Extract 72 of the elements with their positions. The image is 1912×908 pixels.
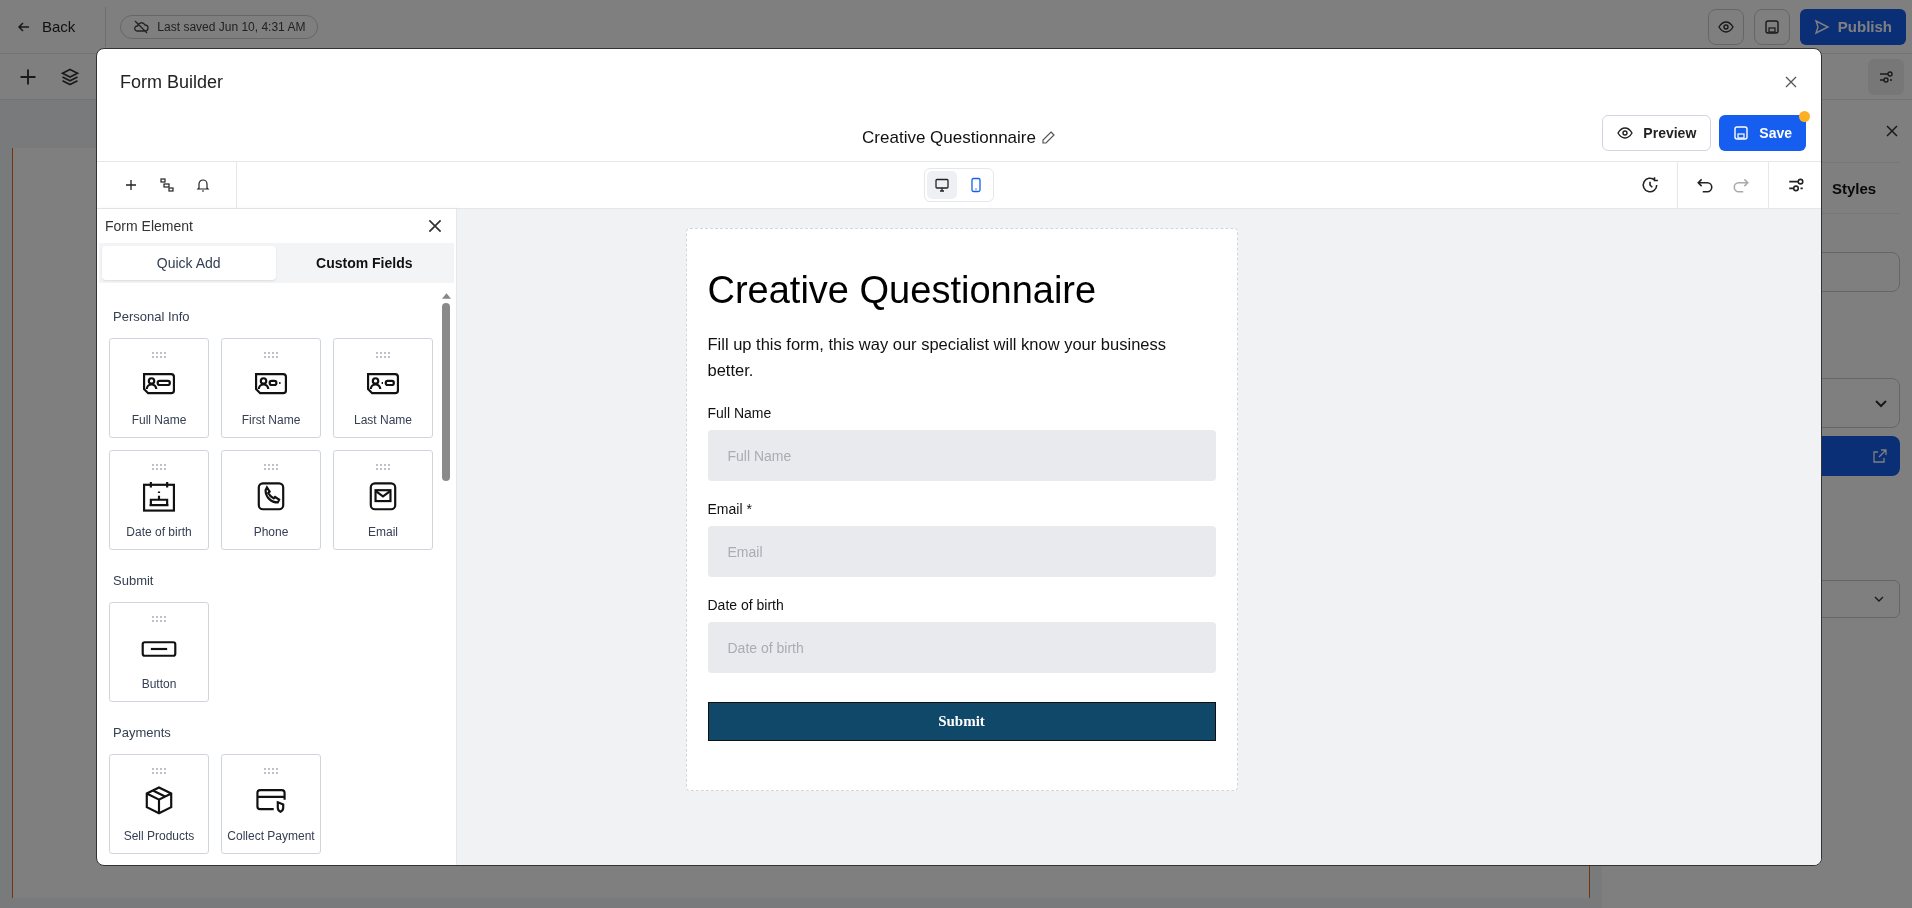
input-field[interactable]: Email [707,526,1216,577]
eye-icon [1617,125,1634,141]
settings-button[interactable] [1868,58,1904,95]
form-fields-icon[interactable] [159,177,175,193]
element-label: Date of birth [126,525,192,539]
drag-handle-icon[interactable] [151,352,167,358]
element-card[interactable]: Full Name [109,338,209,438]
submit-button[interactable]: Submit [707,702,1216,741]
section-title: Submit [113,573,155,589]
styles-tab[interactable]: Styles [1832,179,1877,197]
element-label: First Name [241,413,301,427]
field-label: Full Name [707,405,773,422]
settings-icon [1878,68,1894,85]
mobile-icon [968,177,984,193]
drag-handle-icon[interactable] [151,768,167,774]
plus-icon[interactable] [123,177,139,193]
preview-button[interactable]: Preview [1602,115,1712,151]
desktop-icon [934,177,950,193]
send-icon [1813,18,1830,35]
section-title: Payments [113,725,172,741]
form-heading: Creative Questionnaire [707,268,1098,313]
drag-handle-icon[interactable] [151,616,167,622]
element-card[interactable]: Date of birth [109,450,209,550]
element-label: Full Name [131,413,187,427]
element-card[interactable]: Button [109,602,209,702]
form-name: Creative Questionnaire [862,128,1036,148]
form-description: Fill up this form, this way our specialist will know your business better. [707,334,1167,381]
desktop-view-button[interactable] [927,171,957,199]
layers-icon[interactable] [60,66,80,87]
undo-icon[interactable] [1696,176,1714,194]
element-card[interactable]: Phone [221,450,321,550]
drag-handle-icon[interactable] [263,768,279,774]
element-label: Email [368,525,398,539]
close-icon[interactable] [1783,74,1799,90]
panel-title: Form Element [105,218,193,234]
element-card[interactable]: First Name [221,338,321,438]
scroll-up-arrow-icon[interactable] [441,293,451,299]
field-label: Date of birth [707,597,785,614]
drag-handle-icon[interactable] [263,464,279,470]
input-field[interactable]: Date of birth [707,622,1216,673]
element-label: Phone [253,525,289,539]
drag-handle-icon[interactable] [375,352,391,358]
drag-handle-icon[interactable] [263,352,279,358]
bell-icon[interactable] [195,177,211,193]
element-label: Button [141,677,177,691]
history-icon[interactable] [1641,176,1659,194]
element-card[interactable]: Last Name [333,338,433,438]
element-card[interactable]: Email [333,450,433,550]
pencil-icon[interactable] [1039,130,1056,146]
cloud-off-icon [133,18,150,35]
drag-handle-icon[interactable] [375,464,391,470]
settings-icon[interactable] [1787,176,1805,194]
back-button[interactable]: Back [16,6,107,47]
external-link-icon [1872,448,1888,464]
tab[interactable]: Custom Fields [277,246,451,280]
element-label: Collect Payment [227,829,315,843]
save-button[interactable]: Save [1719,115,1806,151]
close-icon[interactable] [426,217,444,235]
element-card[interactable]: Collect Payment [221,754,321,854]
save-icon-button[interactable] [1753,8,1790,45]
scrollbar-thumb[interactable] [442,303,450,481]
dialog-title: Form Builder [120,71,224,93]
drag-handle-icon[interactable] [151,464,167,470]
element-label: Last Name [354,413,412,427]
field-label: Email * [707,501,753,518]
element-label: Sell Products [123,829,195,843]
element-card[interactable]: Sell Products [109,754,209,854]
preview-button[interactable] [1707,8,1744,45]
eye-icon [1717,18,1734,35]
section-title: Personal Info [113,309,191,325]
input-field[interactable]: Full Name [707,430,1216,481]
tab[interactable]: Quick Add [102,246,276,280]
